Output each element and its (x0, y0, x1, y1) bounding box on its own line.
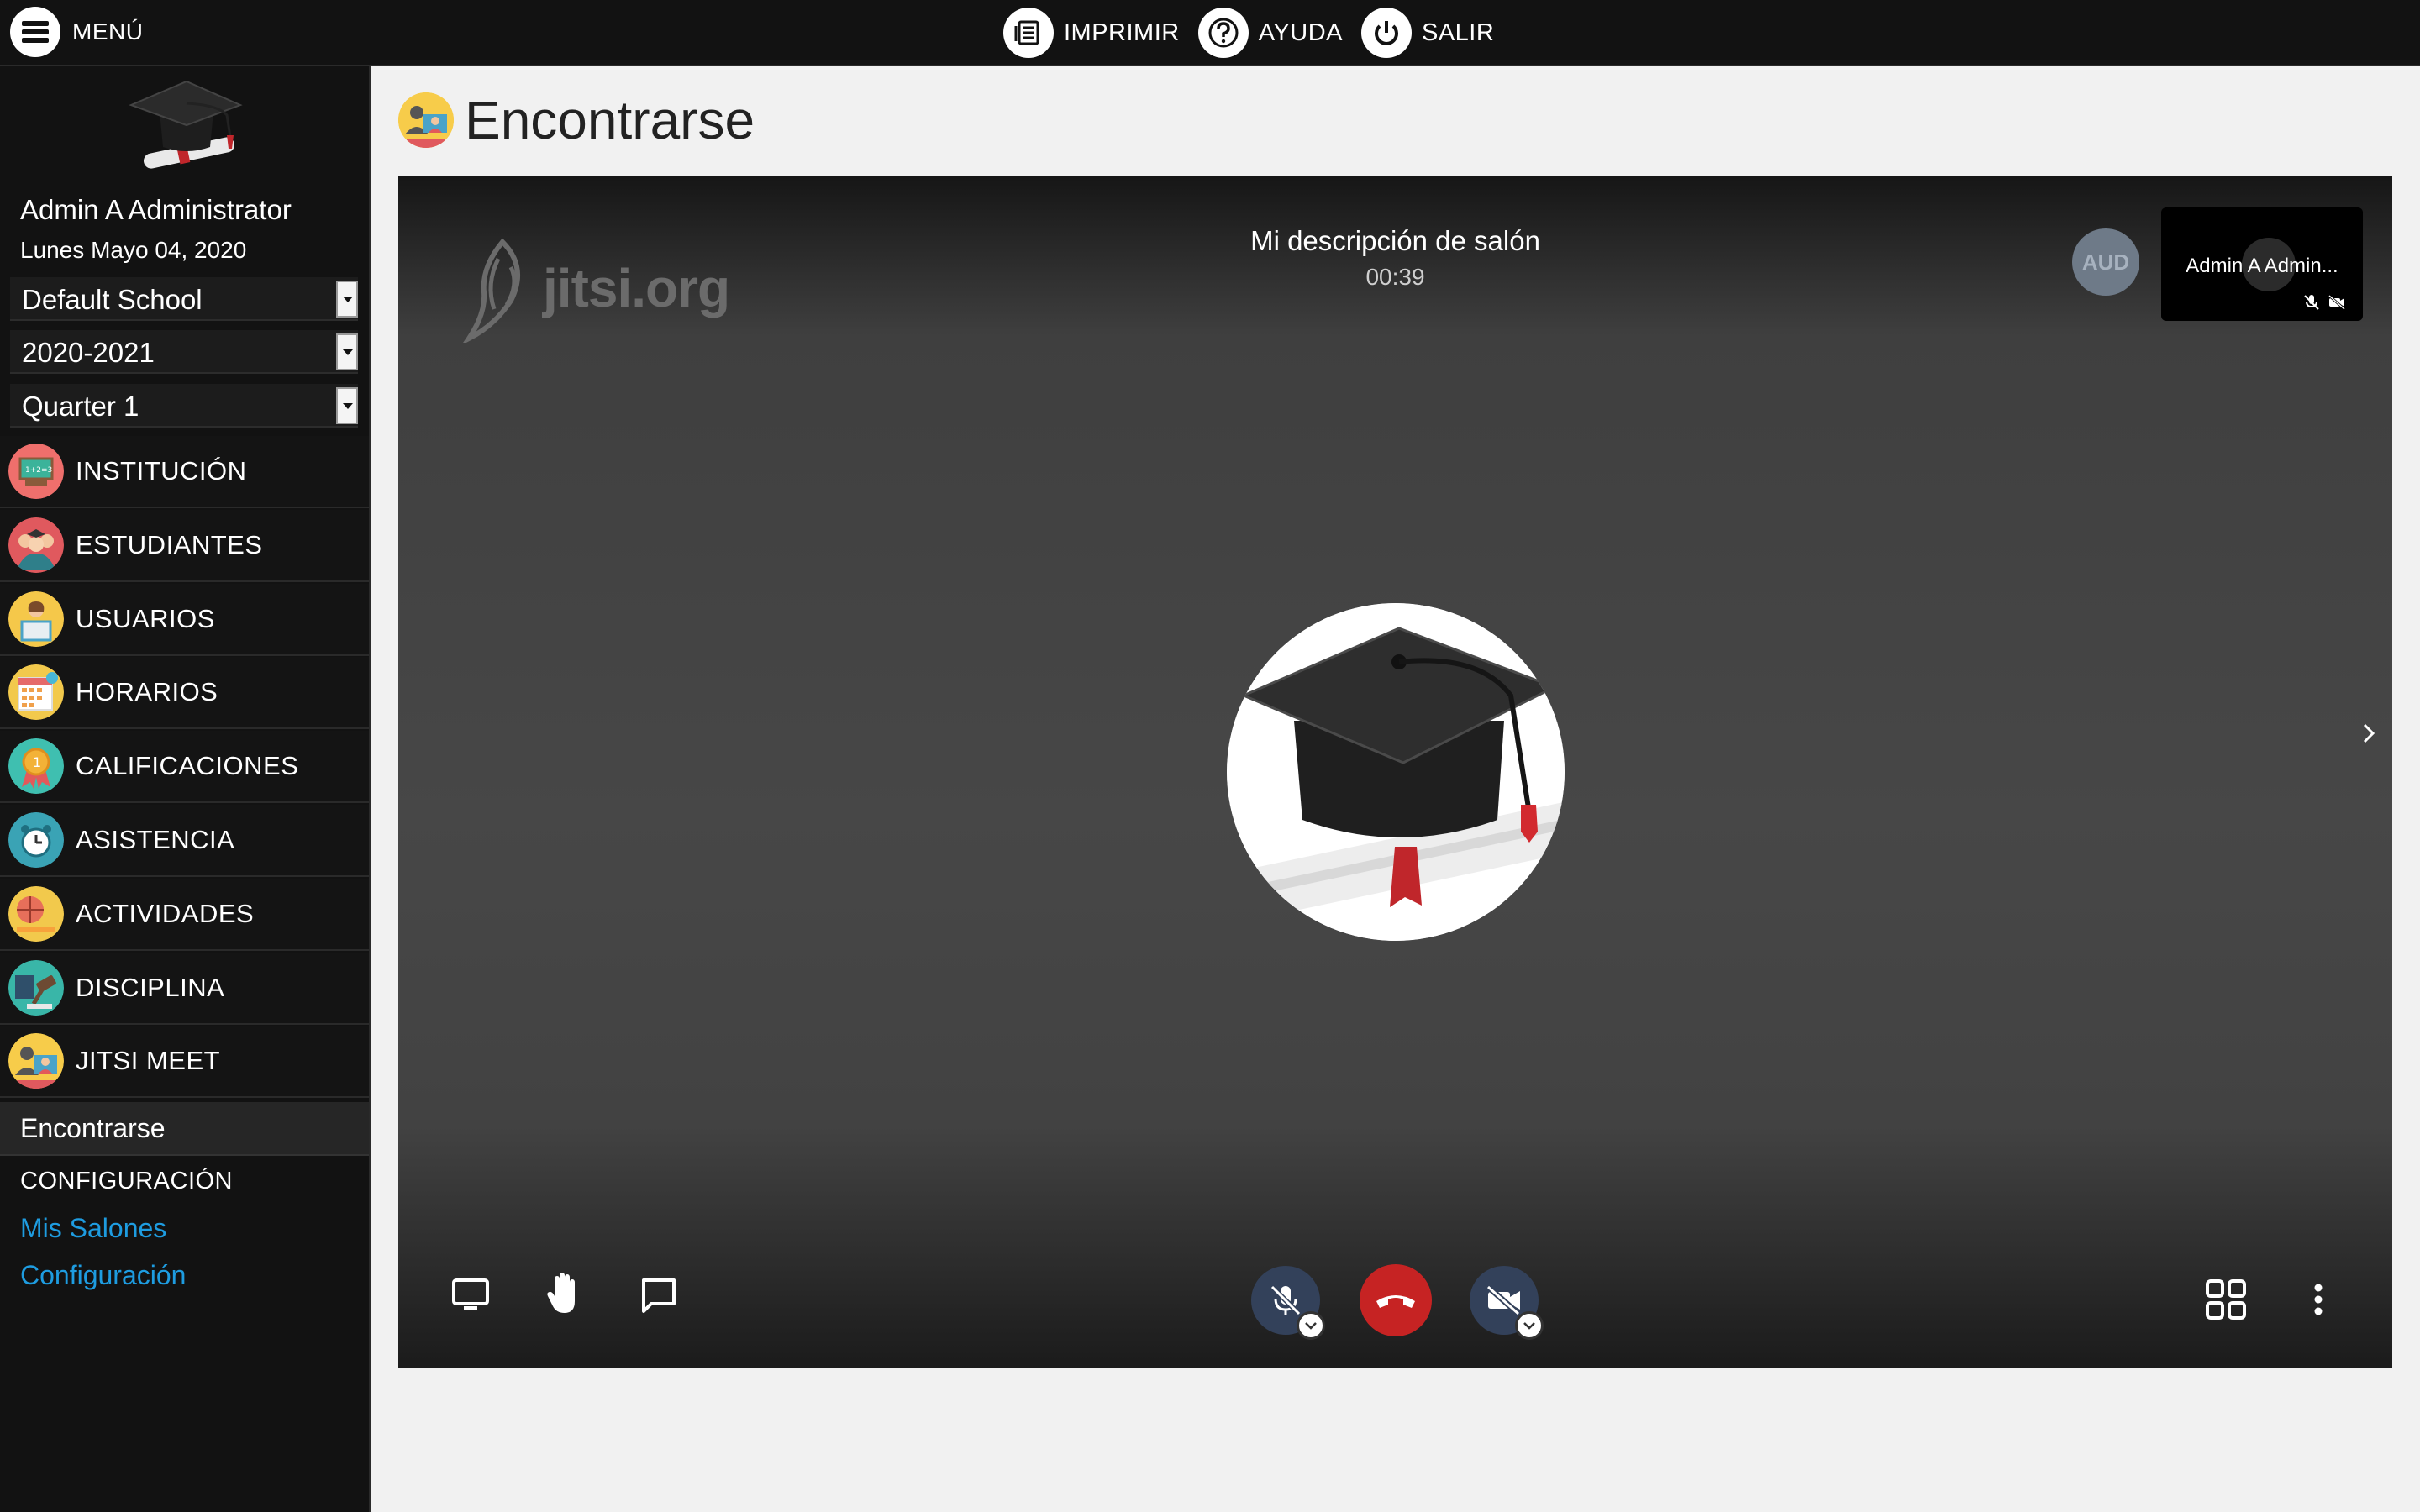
more-vertical-icon (2314, 1284, 2323, 1315)
help-label: AYUDA (1258, 18, 1343, 46)
print-button[interactable]: IMPRIMIR (1003, 8, 1180, 58)
submenu-link-configuracion[interactable]: Configuración (20, 1260, 186, 1291)
sidebar-item-label: JITSI MEET (76, 1046, 221, 1075)
muted-mic-icon (2304, 295, 2319, 310)
chevron-right-icon[interactable] (2356, 721, 2381, 746)
hang-up-button[interactable] (1360, 1264, 1432, 1336)
top-actions: IMPRIMIR AYUDA SALIR (1003, 8, 1512, 58)
camera-toggle-button[interactable] (1470, 1266, 1544, 1340)
hamburger-icon (10, 7, 60, 57)
current-date: Lunes Mayo 04, 2020 (20, 237, 247, 263)
sidebar-item-horarios[interactable]: HORARIOS (0, 657, 369, 729)
print-icon (1003, 8, 1054, 58)
user-name: Admin A Administrator (20, 194, 292, 225)
top-bar: MENÚ IMPRIMIR AYUDA SALIR (0, 0, 2420, 66)
video-conference-area[interactable]: jitsi.org Mi descripción de salón 00:39 … (398, 176, 2392, 1368)
raise-hand-icon (547, 1273, 575, 1313)
participant-thumbnail[interactable]: Admin A Admin... (2161, 207, 2363, 321)
microphone-toggle-button[interactable] (1251, 1266, 1325, 1340)
print-label: IMPRIMIR (1064, 18, 1180, 46)
participant-name: Admin A Admin... (2186, 255, 2338, 277)
sidebar-item-usuarios[interactable]: USUARIOS (0, 584, 369, 656)
submenu-item-encontrarse[interactable]: Encontrarse (0, 1102, 369, 1156)
sidebar-item-calificaciones[interactable]: 1 CALIFICACIONES (0, 731, 369, 803)
sidebar-item-institucion[interactable]: 1+2=3 INSTITUCIÓN (0, 436, 369, 508)
help-icon (1197, 8, 1249, 58)
term-select-value: Quarter 1 (22, 391, 139, 422)
sidebar-item-label: ASISTENCIA (76, 825, 235, 854)
logout-label: SALIR (1421, 18, 1495, 46)
chat-icon (642, 1278, 676, 1313)
calendar-icon (8, 664, 64, 720)
audio-only-badge: AUD (2072, 228, 2139, 296)
monitor-icon (452, 1278, 489, 1310)
submenu-section-header: CONFIGURACIÓN (20, 1168, 233, 1194)
svg-text:1+2=3: 1+2=3 (25, 466, 52, 475)
school-select-value: Default School (22, 284, 203, 315)
students-icon (8, 517, 64, 573)
sidebar-item-label: DISCIPLINA (76, 973, 225, 1002)
sidebar-item-label: HORARIOS (76, 677, 218, 706)
page-title: Encontrarse (465, 90, 755, 150)
sidebar-item-estudiantes[interactable]: ESTUDIANTES (0, 510, 369, 582)
school-board-icon: 1+2=3 (8, 444, 64, 499)
chevron-down-icon (336, 387, 358, 424)
chevron-down-icon[interactable] (1297, 1311, 1325, 1340)
power-icon (1360, 8, 1412, 58)
meeting-icon (8, 1033, 64, 1089)
submenu-link-mis-salones[interactable]: Mis Salones (20, 1213, 166, 1244)
chevron-down-icon (336, 333, 358, 370)
menu-button[interactable]: MENÚ (10, 7, 143, 57)
gavel-icon (8, 960, 64, 1016)
menu-label: MENÚ (72, 18, 144, 45)
meeting-icon (398, 92, 454, 148)
year-select[interactable]: 2020-2021 (10, 330, 358, 374)
camera-off-icon (1486, 1284, 1521, 1316)
sidebar-item-asistencia[interactable]: ASISTENCIA (0, 805, 369, 877)
term-select[interactable]: Quarter 1 (10, 384, 358, 428)
camera-off-icon (2328, 294, 2345, 311)
svg-text:1: 1 (33, 754, 41, 770)
chat-button[interactable] (637, 1273, 681, 1317)
chevron-down-icon (336, 281, 358, 318)
screen-share-button[interactable] (449, 1273, 492, 1317)
logout-button[interactable]: SALIR (1360, 8, 1495, 58)
user-computer-icon (8, 591, 64, 647)
sidebar-item-actividades[interactable]: ACTIVIDADES (0, 879, 369, 951)
tile-view-button[interactable] (2203, 1277, 2249, 1322)
sidebar-item-label: INSTITUCIÓN (76, 456, 247, 486)
alarm-clock-icon (8, 812, 64, 868)
school-select[interactable]: Default School (10, 277, 358, 321)
help-button[interactable]: AYUDA (1197, 8, 1343, 58)
sidebar: Admin A Administrator Lunes Mayo 04, 202… (0, 66, 371, 1512)
sidebar-item-disciplina[interactable]: DISCIPLINA (0, 953, 369, 1025)
avatar (1227, 603, 1565, 941)
medal-icon: 1 (8, 738, 64, 794)
year-select-value: 2020-2021 (22, 337, 155, 368)
submenu-item-label: Encontrarse (20, 1112, 166, 1143)
sidebar-item-label: USUARIOS (76, 604, 215, 633)
raise-hand-button[interactable] (543, 1270, 587, 1317)
more-options-button[interactable] (2306, 1277, 2331, 1322)
hang-up-phone-icon (1376, 1295, 1415, 1308)
basketball-icon (8, 886, 64, 942)
sidebar-item-label: ESTUDIANTES (76, 530, 263, 559)
muted-mic-icon (1270, 1284, 1302, 1316)
chevron-down-icon[interactable] (1515, 1311, 1544, 1340)
sidebar-item-label: ACTIVIDADES (76, 899, 255, 928)
sidebar-item-label: CALIFICACIONES (76, 751, 299, 780)
sidebar-item-jitsi-meet[interactable]: JITSI MEET (0, 1026, 369, 1098)
grid-icon (2206, 1279, 2246, 1320)
graduation-cap-logo (129, 80, 243, 169)
